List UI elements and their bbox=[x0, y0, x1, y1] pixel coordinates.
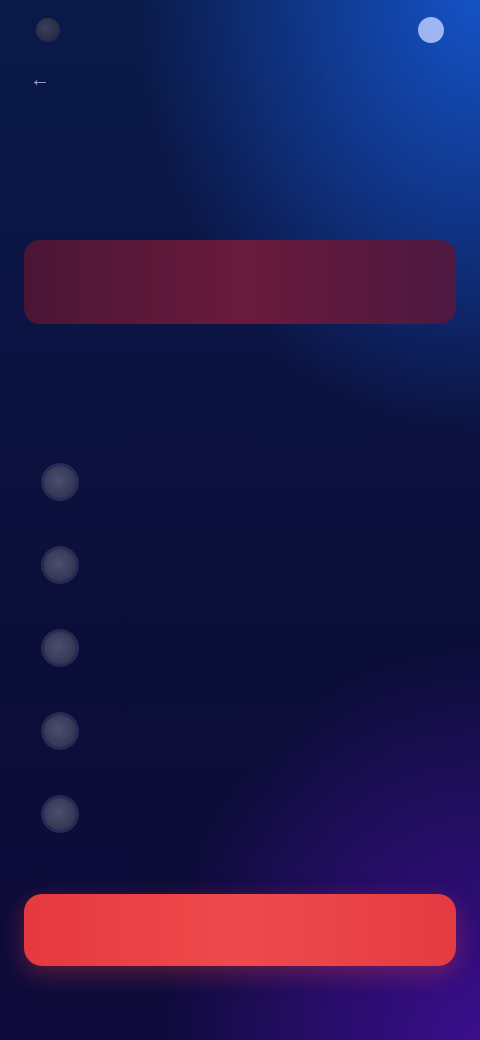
top-nav: ← bbox=[28, 62, 70, 98]
option-item-2[interactable] bbox=[44, 523, 444, 606]
radio-icon[interactable] bbox=[44, 797, 76, 830]
radio-icon[interactable] bbox=[44, 714, 76, 747]
primary-button[interactable] bbox=[24, 894, 456, 966]
radio-icon[interactable] bbox=[44, 465, 76, 498]
status-indicators bbox=[408, 17, 444, 43]
option-item-5[interactable] bbox=[44, 772, 444, 855]
option-list bbox=[44, 440, 444, 855]
back-arrow-icon[interactable]: ← bbox=[28, 68, 52, 92]
status-dot-icon bbox=[418, 17, 444, 43]
radio-icon[interactable] bbox=[44, 631, 76, 664]
brand bbox=[36, 18, 70, 42]
option-item-1[interactable] bbox=[44, 440, 444, 523]
option-item-4[interactable] bbox=[44, 689, 444, 772]
radio-icon[interactable] bbox=[44, 548, 76, 581]
status-bar bbox=[0, 0, 480, 60]
option-item-3[interactable] bbox=[44, 606, 444, 689]
alert-banner bbox=[24, 240, 456, 324]
brand-logo-icon bbox=[36, 18, 60, 42]
